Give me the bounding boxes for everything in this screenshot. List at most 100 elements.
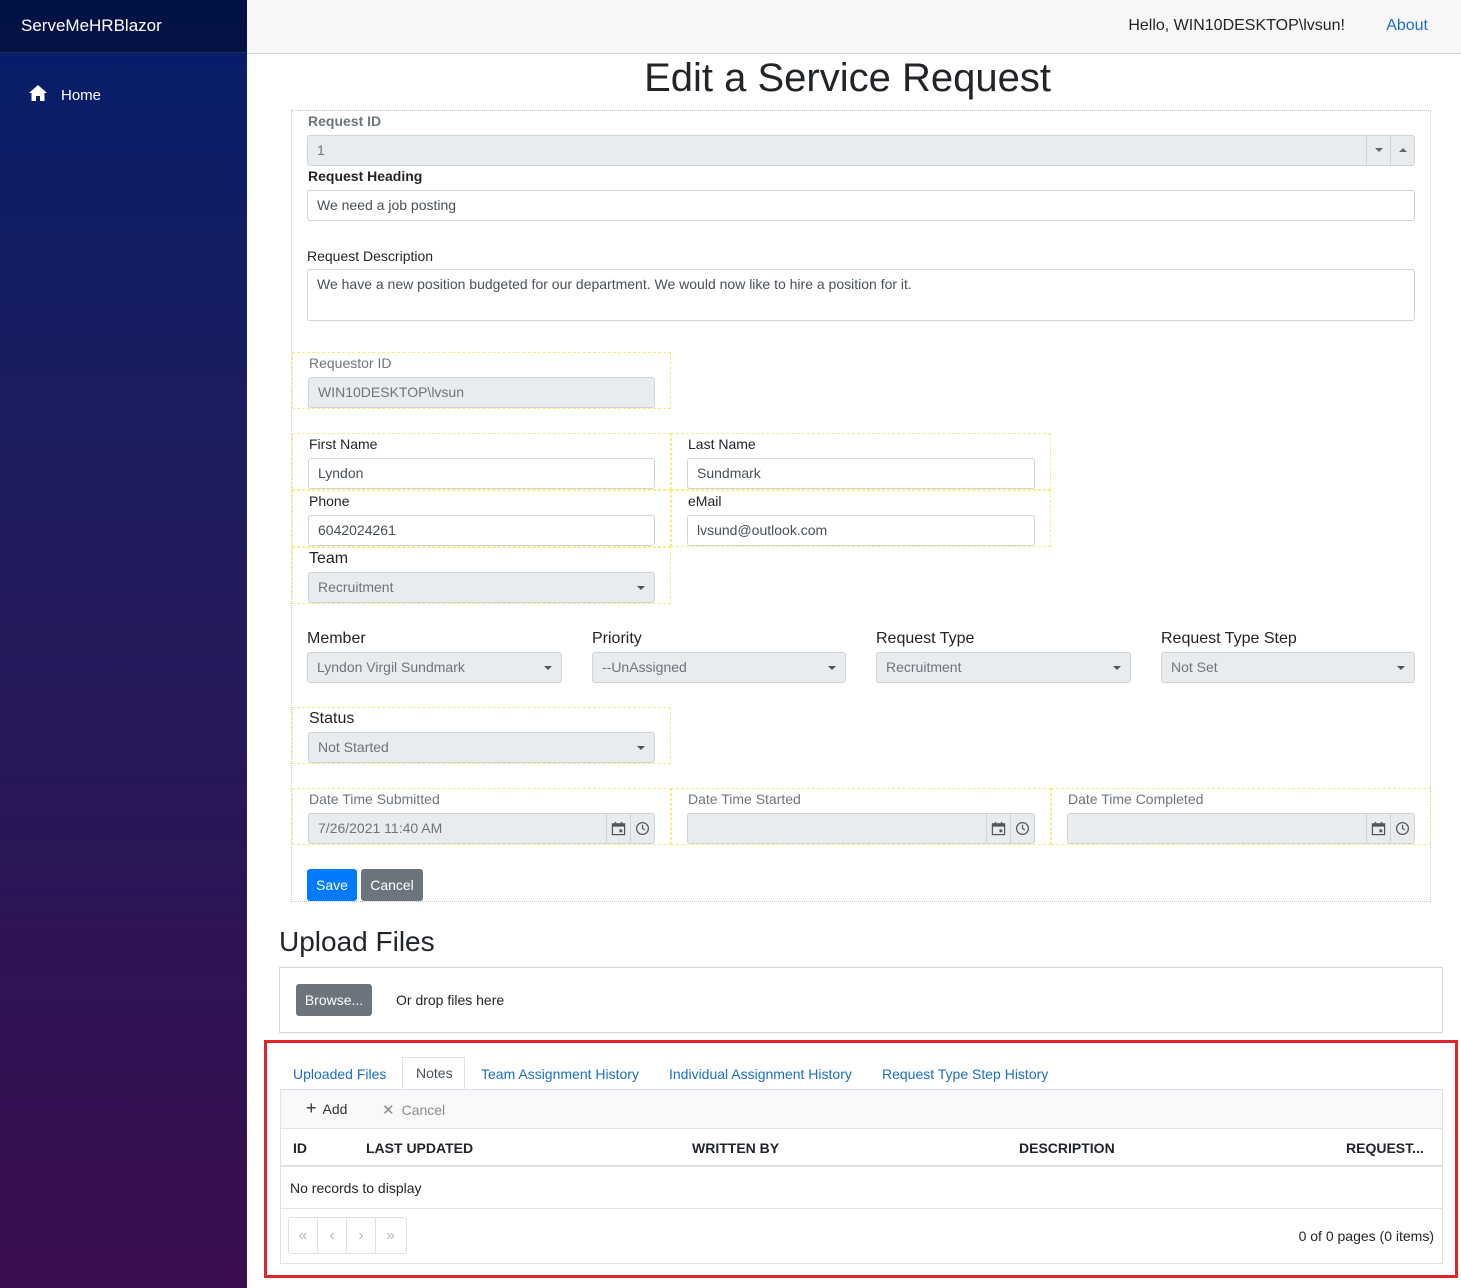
notes-grid: + Add ✕ Cancel ID LAST UPDATED WRITTEN BY … [280,1089,1443,1264]
chevron-down-icon [637,746,645,750]
team-select[interactable]: Recruitment [308,572,655,603]
request-type-select[interactable]: Recruitment [876,652,1131,683]
tab-uploaded-files[interactable]: Uploaded Files [293,1066,386,1082]
top-bar: Hello, WIN10DESKTOP\lvsun! About [247,0,1461,54]
request-id-label: Request ID [308,113,382,129]
plus-icon: + [306,1098,317,1118]
calendar-icon[interactable] [986,814,1010,843]
priority-select[interactable]: --UnAssigned [592,652,846,683]
tab-team-assignment-history[interactable]: Team Assignment History [481,1066,639,1082]
member-label: Member [307,630,366,647]
date-submitted-value: 7/26/2021 11:40 AM [318,820,443,836]
last-name-input[interactable]: Sundmark [687,458,1035,489]
request-type-step-value: Not Set [1171,659,1218,675]
upload-drop-zone[interactable]: Browse... Or drop files here [279,967,1443,1033]
requestor-id-label: Requestor ID [309,355,392,371]
next-page-button[interactable]: › [347,1218,376,1253]
request-heading-label: Request Heading [308,168,423,184]
email-input[interactable]: lvsund@outlook.com [687,515,1035,546]
grid-toolbar: + Add ✕ Cancel [281,1090,1442,1129]
first-name-input[interactable]: Lyndon [308,458,655,489]
sidebar-item-label: Home [61,86,102,104]
grid-cancel-label: Cancel [401,1102,446,1118]
drop-files-text: Or drop files here [396,992,505,1008]
date-started-label: Date Time Started [688,791,801,807]
column-header-id[interactable]: ID [293,1140,307,1156]
pager-info: 0 of 0 pages (0 items) [1298,1228,1434,1244]
chevron-down-icon [1397,666,1405,670]
tab-individual-assignment-history[interactable]: Individual Assignment History [669,1066,852,1082]
home-icon [28,83,61,107]
date-completed-label: Date Time Completed [1068,791,1204,807]
request-type-value: Recruitment [886,659,962,675]
calendar-icon[interactable] [606,814,630,843]
calendar-icon[interactable] [1366,814,1390,843]
add-label: Add [322,1101,348,1117]
date-submitted-label: Date Time Submitted [309,791,440,807]
spin-down-button[interactable] [1366,136,1390,165]
clock-icon[interactable] [630,814,654,843]
clock-icon[interactable] [1010,814,1034,843]
header-divider [281,1165,1442,1167]
request-heading-input[interactable]: We need a job posting [307,190,1415,221]
chevron-down-icon [828,666,836,670]
last-page-button[interactable]: » [376,1218,405,1253]
page-title: Edit a Service Request [644,56,1051,100]
sidebar: ServeMeHRBlazor Home [0,0,247,1288]
column-header-description[interactable]: DESCRIPTION [1019,1140,1115,1156]
first-name-label: First Name [309,436,378,452]
empty-grid-message: No records to display [290,1180,422,1196]
team-label: Team [309,550,349,567]
date-submitted-input[interactable]: 7/26/2021 11:40 AM [308,813,655,844]
add-button[interactable]: + Add [306,1098,348,1118]
browse-button[interactable]: Browse... [296,984,372,1016]
request-type-label: Request Type [876,630,975,647]
status-select[interactable]: Not Started [308,732,655,763]
tab-notes[interactable]: Notes [416,1065,453,1081]
email-label: eMail [688,493,722,509]
first-page-button[interactable]: « [289,1218,318,1253]
spin-up-button[interactable] [1390,136,1414,165]
request-description-textarea[interactable]: We have a new position budgeted for our … [307,269,1415,321]
last-name-label: Last Name [688,436,756,452]
chevron-down-icon [637,586,645,590]
request-id-value: 1 [317,142,325,158]
grid-cancel-button[interactable]: ✕ Cancel [382,1101,445,1119]
date-completed-input[interactable] [1067,813,1415,844]
member-select[interactable]: Lyndon Virgil Sundmark [307,652,562,683]
column-header-last-updated[interactable]: LAST UPDATED [366,1140,473,1156]
upload-files-title: Upload Files [279,926,435,957]
about-link[interactable]: About [1386,17,1428,35]
priority-label: Priority [592,630,642,647]
member-value: Lyndon Virgil Sundmark [317,659,465,675]
tab-request-type-step-history[interactable]: Request Type Step History [882,1066,1048,1082]
prev-page-button[interactable]: ‹ [318,1218,347,1253]
chevron-down-icon [1375,148,1383,152]
requestor-id-input[interactable]: WIN10DESKTOP\lvsun [308,377,655,408]
request-description-label: Request Description [307,248,434,264]
phone-label: Phone [309,493,350,509]
cancel-button[interactable]: Cancel [361,869,423,901]
user-greeting: Hello, WIN10DESKTOP\lvsun! [1128,17,1345,34]
date-started-input[interactable] [687,813,1035,844]
phone-input[interactable]: 6042024261 [308,515,655,546]
chevron-down-icon [544,666,552,670]
close-icon: ✕ [382,1102,395,1119]
column-header-written-by[interactable]: WRITTEN BY [692,1140,779,1156]
request-type-step-label: Request Type Step [1161,630,1297,647]
pager: « ‹ › » [288,1217,407,1254]
status-value: Not Started [318,739,389,755]
sidebar-item-home[interactable]: Home [28,83,101,107]
priority-value: --UnAssigned [602,659,687,675]
chevron-down-icon [1113,666,1121,670]
request-type-step-select[interactable]: Not Set [1161,652,1415,683]
app-brand[interactable]: ServeMeHRBlazor [0,0,247,53]
team-value: Recruitment [318,579,394,595]
chevron-up-icon [1399,148,1407,152]
row-divider [281,1208,1442,1209]
clock-icon[interactable] [1390,814,1414,843]
column-header-request[interactable]: REQUEST... [1346,1140,1424,1156]
status-label: Status [309,710,355,727]
save-button[interactable]: Save [307,869,357,901]
request-id-input[interactable]: 1 [307,135,1415,166]
